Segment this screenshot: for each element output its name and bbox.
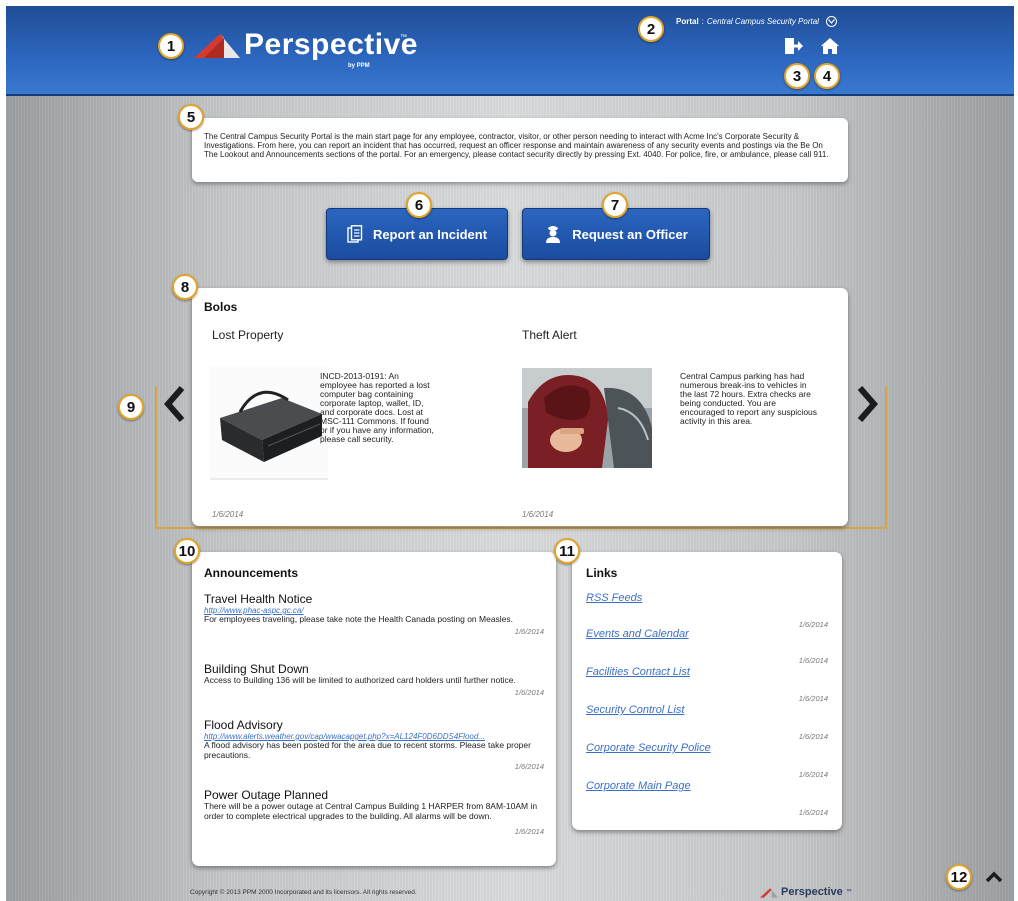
laptop-bag-image: [210, 366, 328, 480]
home-icon[interactable]: [820, 37, 840, 55]
bolo-date: 1/6/2014: [212, 510, 244, 519]
brand-name: Perspective: [244, 28, 418, 61]
link-rss-feeds[interactable]: RSS Feeds: [586, 592, 642, 604]
callout-badge: 9: [118, 394, 144, 420]
callout-badge: 6: [406, 192, 432, 218]
callout-badge: 2: [638, 16, 664, 42]
footer-copyright: Copyright © 2013 PPM 2000 Incorporated a…: [190, 889, 417, 896]
carousel-next-button[interactable]: [854, 384, 880, 424]
announcement-item: Power Outage Planned There will be a pow…: [204, 786, 544, 836]
link-date: 1/6/2014: [798, 732, 828, 741]
announcement-body: A flood advisory has been posted for the…: [204, 740, 531, 760]
announcement-date: 1/6/2014: [514, 687, 544, 697]
portal-selector[interactable]: Portal : Central Campus Security Portal: [676, 16, 837, 27]
link-facilities-contact-list[interactable]: Facilities Contact List: [586, 666, 690, 678]
intro-text: The Central Campus Security Portal is th…: [204, 132, 829, 159]
brand-byline: by PPM: [348, 63, 370, 69]
announcement-item: Travel Health Notice http://www.phac-asp…: [204, 590, 544, 636]
link-corporate-main-page[interactable]: Corporate Main Page: [586, 780, 691, 792]
link-date: 1/6/2014: [798, 770, 828, 779]
request-officer-label: Request an Officer: [572, 226, 688, 242]
announcement-body: There will be a power outage at Central …: [204, 801, 538, 821]
chevron-down-icon[interactable]: [825, 16, 837, 27]
link-corporate-security-police[interactable]: Corporate Security Police: [586, 742, 711, 754]
callout-badge: 1: [158, 33, 184, 59]
announcement-title: Travel Health Notice: [204, 592, 313, 606]
header: Perspective ™ by PPM Portal : Central Ca…: [6, 6, 1014, 96]
announcement-title: Building Shut Down: [204, 662, 309, 676]
announcement-date: 1/6/2014: [514, 827, 544, 836]
bolo-description: INCD-2013-0191: An employee has reported…: [320, 371, 434, 444]
carousel-prev-button[interactable]: [162, 384, 188, 424]
links-panel: Links RSS Feeds 1/6/2014 Events and Cale…: [572, 552, 842, 830]
portal-separator: :: [701, 17, 704, 26]
scroll-top-icon[interactable]: [984, 870, 1004, 884]
bolos-title: Bolos: [204, 300, 238, 314]
announcement-body: For employees traveling, please take not…: [204, 614, 514, 624]
announcements-panel: Announcements Travel Health Notice http:…: [192, 552, 556, 866]
portal-name: Central Campus Security Portal: [706, 17, 819, 26]
announcement-title: Power Outage Planned: [204, 788, 329, 802]
link-events-calendar[interactable]: Events and Calendar: [586, 628, 689, 640]
links-title: Links: [586, 566, 618, 580]
footer-brand: Perspective: [781, 886, 843, 898]
announcement-body: Access to Building 136 will be limited t…: [204, 675, 516, 685]
callout-badge: 12: [946, 864, 972, 890]
footer-brand-trademark: ™: [845, 889, 852, 895]
link-date: 1/6/2014: [798, 694, 828, 703]
perspective-logo-icon: [194, 34, 240, 58]
link-date: 1/6/2014: [798, 656, 828, 665]
logout-icon[interactable]: [784, 37, 804, 55]
callout-badge: 4: [814, 63, 840, 89]
portal-label: Portal: [676, 17, 699, 26]
announcements-title: Announcements: [204, 566, 299, 580]
link-date: 1/6/2014: [798, 620, 828, 629]
portal-page: Perspective ™ by PPM Portal : Central Ca…: [6, 6, 1014, 901]
announcement-date: 1/6/2014: [514, 762, 544, 771]
bolos-panel: Bolos Lost Property INCD-2013-0191: An e…: [192, 288, 848, 526]
callout-badge: 3: [784, 63, 810, 89]
announcement-item: Building Shut Down Access to Building 13…: [204, 660, 544, 697]
announcement-title: Flood Advisory: [204, 718, 283, 732]
announcement-item: Flood Advisory http://www.alerts.weather…: [204, 716, 544, 771]
intro-panel: The Central Campus Security Portal is th…: [192, 118, 848, 182]
bolo-date: 1/6/2014: [522, 510, 554, 519]
callout-badge: 11: [554, 538, 580, 564]
callout-badge: 8: [172, 274, 198, 300]
bolo-title: Lost Property: [212, 328, 284, 342]
callout-badge: 7: [602, 192, 628, 218]
brand-trademark: ™: [400, 34, 407, 41]
callout-badge: 10: [174, 538, 200, 564]
report-icon: [347, 225, 363, 243]
car-thief-image: [522, 368, 652, 468]
bolo-title: Theft Alert: [522, 328, 577, 342]
link-security-control-list[interactable]: Security Control List: [586, 704, 684, 716]
footer-logo[interactable]: Perspective ™: [760, 886, 852, 898]
perspective-logo-icon: [760, 887, 778, 898]
announcement-date: 1/6/2014: [514, 626, 544, 636]
bolo-description: Central Campus parking has had numerous …: [680, 371, 818, 426]
officer-icon: [546, 226, 561, 243]
callout-badge: 5: [178, 104, 204, 130]
report-incident-label: Report an Incident: [372, 226, 488, 242]
link-date: 1/6/2014: [798, 808, 828, 817]
